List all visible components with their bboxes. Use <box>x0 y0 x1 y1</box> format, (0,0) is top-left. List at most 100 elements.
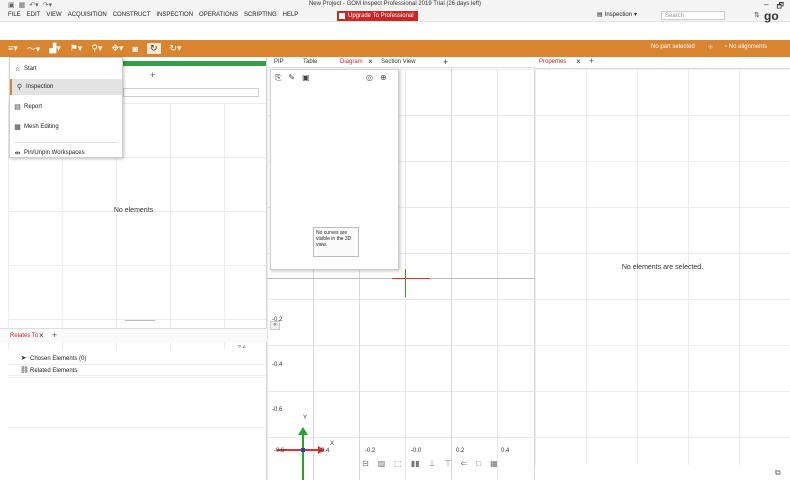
grid-icon: ▦ <box>14 123 21 131</box>
search-tool-icon[interactable]: ⚲▾ <box>91 43 102 54</box>
view-box-icon[interactable]: □ <box>476 459 481 468</box>
search-input[interactable]: Search <box>661 11 725 20</box>
sort-icon[interactable]: ⇅ <box>754 11 760 19</box>
workspace-item-inspection[interactable]: ⚲ Inspection <box>10 79 122 95</box>
menu-operations[interactable]: OPERATIONS <box>199 12 238 18</box>
related-elements-label: Related Elements <box>30 367 78 374</box>
magnifier-icon: ⚲ <box>16 83 23 91</box>
navigation-tool-icon[interactable]: ✥▾ <box>111 43 123 54</box>
diagram-target-icon[interactable]: ⊕ <box>380 73 387 82</box>
tab-relates-to[interactable]: Relates To <box>10 333 38 339</box>
add-tab-button[interactable]: + <box>443 57 448 67</box>
x-axis-label: -0.6 <box>274 448 285 454</box>
explorer-filter-input[interactable] <box>123 88 259 97</box>
view-tabs: PIP Table Diagram × Section View + <box>267 57 535 68</box>
workspace-item-start[interactable]: ⌂ Start <box>10 61 122 77</box>
part-status[interactable]: No part selected <box>651 44 695 50</box>
menu-help[interactable]: HELP <box>283 12 299 18</box>
view-pin-icon[interactable]: ⊤ <box>445 459 452 468</box>
chosen-elements-row[interactable]: ➤ Chosen Elements (0) <box>20 355 87 362</box>
workspace-item-report[interactable]: ▤ Report <box>10 99 122 115</box>
add-part-button[interactable]: + <box>708 42 713 52</box>
triad-y-axis <box>302 434 304 480</box>
menu-view[interactable]: VIEW <box>46 12 61 18</box>
menu-inspection[interactable]: INSPECTION <box>156 12 193 18</box>
workspace-label: Inspection <box>604 11 633 18</box>
divider <box>8 375 266 376</box>
chart-tool-icon[interactable]: ▟▾ <box>49 43 60 54</box>
diagram-export-icon[interactable]: ⎘ <box>275 73 281 83</box>
view-mesh-icon[interactable]: ▦ <box>490 459 498 468</box>
grid-line <box>451 69 452 480</box>
tab-section-view[interactable]: Section View <box>381 59 416 65</box>
add-tab-button[interactable]: + <box>150 70 155 80</box>
menu-scripting[interactable]: SCRIPTING <box>244 12 277 18</box>
menu-edit[interactable]: EDIT <box>27 12 41 18</box>
curve-tool-icon[interactable]: 〜▾ <box>27 42 41 55</box>
workspace-menu: ⌂ Start ⚲ Inspection ▤ Report ▦ Mesh Edi… <box>9 57 123 158</box>
view-section-icon[interactable]: ▨ <box>378 459 386 468</box>
flag-tool-icon[interactable]: ⚑▾ <box>70 43 83 54</box>
diagram-info-icon[interactable]: ◎ <box>366 73 373 82</box>
related-elements-row[interactable]: ⛓ Related Elements <box>20 367 77 374</box>
close-icon[interactable]: × <box>39 331 44 340</box>
report-icon: ▤ <box>14 103 21 111</box>
view-fit-icon[interactable]: ⊟ <box>362 459 369 468</box>
view-3d-area: PIP Table Diagram × Section View + -0.2 … <box>267 57 535 480</box>
menu-bar: FILE EDIT VIEW ACQUISITION CONSTRUCT INS… <box>0 9 790 23</box>
tab-properties[interactable]: Properties <box>539 59 566 65</box>
x-axis-label: -0.0 <box>411 448 422 454</box>
triad-x-label: X <box>330 441 335 447</box>
workspace-selector[interactable]: ▤ Inspection ▾ <box>597 11 637 19</box>
diagram-settings-icon[interactable]: ▣ <box>302 73 310 83</box>
hamburger-menu-icon[interactable]: ≡▾ <box>8 43 18 54</box>
main-toolbar: ≡▾ 〜▾ ▟▾ ⚑▾ ⚲▾ ✥▾ ◙ ↻ ↻▾ No part selecte… <box>0 40 790 57</box>
x-axis-label: -0.2 <box>365 448 376 454</box>
expand-collapse-arrows[interactable]: ▿ ▵ <box>238 343 246 350</box>
upgrade-icon <box>339 13 345 19</box>
refresh-icon[interactable]: ↻ <box>146 43 161 54</box>
x-axis-label: 0.4 <box>501 448 510 454</box>
relates-to-header: Relates To × + <box>0 328 267 342</box>
tab-pip[interactable]: PIP <box>274 59 284 65</box>
view-compare-icon[interactable]: ▮▮ <box>411 459 420 468</box>
gom-logo: go <box>764 9 779 23</box>
view-arrow-icon[interactable]: ⇐ <box>461 459 468 468</box>
diagram-panel: ⎘ ✎ ▣ ◎ ⊕ No curves are visible in the 3… <box>270 69 399 270</box>
close-icon[interactable]: × <box>368 57 373 66</box>
camera-icon[interactable]: ◙ <box>133 44 138 54</box>
recompute-icon[interactable]: ↻▾ <box>170 43 182 54</box>
progress-bar <box>123 61 266 66</box>
add-tab-button[interactable]: + <box>52 330 57 340</box>
explorer-empty-message: No elements <box>113 207 154 214</box>
window-title: New Project - GOM Inspect Professional 2… <box>308 1 482 7</box>
view-select-icon[interactable]: ⬚ <box>394 459 402 468</box>
properties-empty-message: No elements are selected. <box>621 264 704 271</box>
menu-construct[interactable]: CONSTRUCT <box>113 12 151 18</box>
x-axis-label: -0.4 <box>319 448 330 454</box>
crosshair-vertical <box>405 269 406 297</box>
splitter-handle[interactable] <box>125 320 155 321</box>
pin-icon: ⇹ <box>14 149 21 157</box>
workspace-item-pin-unpin[interactable]: ⇹ Pin/Unpin Workspaces <box>10 145 122 161</box>
view-axis-icon[interactable]: ⊥ <box>429 459 436 468</box>
chosen-elements-label: Chosen Elements (0) <box>30 355 87 362</box>
menu-file[interactable]: FILE <box>8 12 21 18</box>
upgrade-button[interactable]: Upgrade To Professional <box>337 11 418 21</box>
resize-grip-icon[interactable]: ⧉ <box>775 468 781 478</box>
related-icon: ⛓ <box>20 367 29 374</box>
tab-diagram[interactable]: Diagram <box>340 59 363 65</box>
collapse-panel-button[interactable]: « <box>270 321 280 330</box>
workspace-item-mesh-editing[interactable]: ▦ Mesh Editing <box>10 119 122 135</box>
alignment-status[interactable]: ▫ No alignments <box>725 44 767 50</box>
diagram-brush-icon[interactable]: ✎ <box>288 73 295 83</box>
menu-acquisition[interactable]: ACQUISITION <box>68 12 107 18</box>
close-icon[interactable]: × <box>576 57 581 66</box>
home-icon: ⌂ <box>15 65 20 73</box>
workspace-item-label: Report <box>24 104 43 110</box>
add-tab-button[interactable]: + <box>589 56 594 66</box>
divider <box>14 142 118 143</box>
relates-grid <box>8 377 266 477</box>
tab-table[interactable]: Table <box>303 59 317 65</box>
crosshair-horizontal <box>392 278 430 279</box>
